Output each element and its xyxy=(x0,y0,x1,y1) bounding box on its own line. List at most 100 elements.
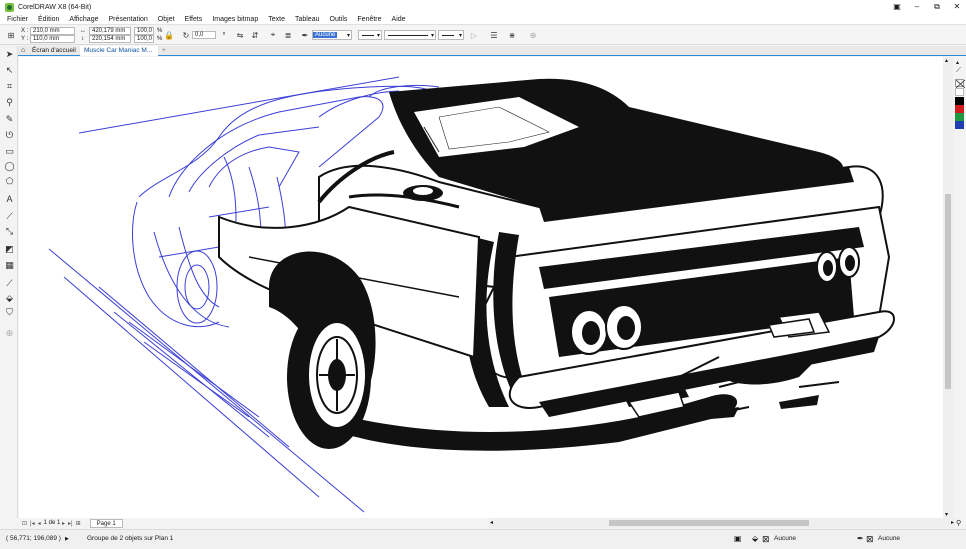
menu-objet[interactable]: Objet xyxy=(158,16,175,23)
scroll-up-icon[interactable]: ▴ xyxy=(945,57,948,64)
quick-customize-icon[interactable]: ▣ xyxy=(892,0,902,14)
minimize-button[interactable]: – xyxy=(912,0,922,14)
status-arrow-icon[interactable]: ▶ xyxy=(65,534,69,544)
menu-fenetre[interactable]: Fenêtre xyxy=(357,16,381,23)
reverse-direction-icon[interactable]: ▷ xyxy=(469,30,479,40)
arrow-line-preview xyxy=(442,35,454,36)
tab-welcome-screen[interactable]: Écran d'accueil xyxy=(28,46,82,56)
menu-presentation[interactable]: Présentation xyxy=(108,16,147,23)
menu-fichier[interactable]: Fichier xyxy=(7,16,28,23)
scroll-right-icon[interactable]: ▸ xyxy=(951,519,954,526)
artistic-media-icon[interactable]: ᘎ xyxy=(4,130,15,141)
menu-affichage[interactable]: Affichage xyxy=(69,16,98,23)
vertical-scrollbar[interactable]: ▴ ▾ xyxy=(943,57,953,518)
fill-none-icon[interactable]: ⊠ xyxy=(762,534,770,544)
menu-edition[interactable]: Édition xyxy=(38,16,59,23)
first-page-icon[interactable]: |◂ xyxy=(30,520,35,527)
color-proof-icon[interactable]: ▣ xyxy=(734,534,742,544)
coreldraw-window: CorelDRAW X8 (64-Bit) ▣ – ⧉ ✕ Fichier Éd… xyxy=(0,0,966,549)
toolbox: ➤ ↖ ⌗ ⚲ ✎ ᘎ ▭ ◯ ⬠ A ⟋ ⤡ ◩ ▦ ⟋ ⬙ ⛉ ⊕ xyxy=(0,46,18,518)
mirror-vertical-icon[interactable]: ⇵ xyxy=(250,30,260,40)
x-position-field[interactable]: 210,0 mm xyxy=(30,27,75,35)
eyedropper-icon[interactable]: ⟋ xyxy=(956,67,961,75)
line-style-select[interactable]: ▾ xyxy=(384,30,436,40)
previous-page-icon[interactable]: ◂ xyxy=(38,520,41,527)
freehand-tool-icon[interactable]: ✎ xyxy=(4,114,15,125)
horizontal-scrollbar[interactable]: ◂ ▸ xyxy=(489,518,955,528)
no-color-swatch[interactable] xyxy=(955,79,966,89)
horizontal-scroll-thumb[interactable] xyxy=(609,520,809,526)
smart-fill-icon[interactable]: ⛉ xyxy=(4,307,15,318)
height-field[interactable]: 220,154 mm xyxy=(89,35,131,43)
fill-bucket-icon: ⬙ xyxy=(752,534,759,543)
node-edit-icon[interactable]: ⌖ xyxy=(268,30,278,40)
menu-texte[interactable]: Texte xyxy=(268,16,285,23)
drawing-canvas[interactable] xyxy=(19,57,943,518)
convert-to-curves-icon[interactable]: ⋇ xyxy=(507,30,517,40)
rectangle-tool-icon[interactable]: ▭ xyxy=(4,146,15,157)
y-label: Y : xyxy=(21,36,29,42)
ellipse-tool-icon[interactable]: ◯ xyxy=(4,161,15,172)
menu-outils[interactable]: Outils xyxy=(330,16,348,23)
scroll-left-icon[interactable]: ◂ xyxy=(490,519,493,526)
mirror-horizontal-icon[interactable]: ⇋ xyxy=(235,30,245,40)
vertical-scroll-thumb[interactable] xyxy=(945,194,951,389)
width-field[interactable]: 420,179 mm xyxy=(89,27,131,35)
menu-effets[interactable]: Effets xyxy=(185,16,203,23)
next-page-icon[interactable]: ▸ xyxy=(62,520,65,527)
rotation-field[interactable]: 0,0 xyxy=(192,31,216,39)
tab-document[interactable]: Muscle Car Maniac M... xyxy=(80,46,158,56)
add-icon[interactable]: ⊕ xyxy=(528,30,538,40)
color-swatch-red[interactable] xyxy=(955,105,964,113)
add-page-icon[interactable]: ⊞ xyxy=(76,520,81,527)
color-swatch-green[interactable] xyxy=(955,113,964,121)
text-wrap-icon[interactable]: ≣ xyxy=(283,30,293,40)
lock-ratio-icon[interactable]: 🔒 xyxy=(164,30,174,40)
interactive-fill-icon[interactable]: ⬙ xyxy=(4,293,15,304)
transparency-icon[interactable]: ▦ xyxy=(4,260,15,271)
shape-tool-icon[interactable]: ↖ xyxy=(4,65,15,76)
menu-tableau[interactable]: Tableau xyxy=(295,16,320,23)
menu-images-bitmap[interactable]: Images bitmap xyxy=(212,16,258,23)
color-swatch-black[interactable] xyxy=(955,97,964,105)
color-swatch-white[interactable] xyxy=(955,88,964,96)
zoom-tool-icon[interactable]: ⚲ xyxy=(4,97,15,108)
end-arrow-select[interactable]: ▾ xyxy=(438,30,464,40)
close-button[interactable]: ✕ xyxy=(952,0,962,14)
y-position-field[interactable]: 110,0 mm xyxy=(30,35,75,43)
scale-y-field[interactable]: 100,0 xyxy=(134,35,154,43)
connector-tool-icon[interactable]: ⤡ xyxy=(4,226,15,237)
parallel-dimension-icon[interactable]: ⟋ xyxy=(4,211,15,222)
last-page-icon[interactable]: ▸| xyxy=(68,520,73,527)
drop-shadow-icon[interactable]: ◩ xyxy=(4,244,15,255)
restore-button[interactable]: ⧉ xyxy=(932,0,942,14)
cursor-coordinates: ( 56,771; 196,089 ) xyxy=(6,535,61,542)
add-tool-icon[interactable]: ⊕ xyxy=(4,328,15,339)
palette-up-icon[interactable]: ▴ xyxy=(956,59,959,66)
page-of-label: de xyxy=(48,520,56,526)
eyedropper-icon[interactable]: ⟋ xyxy=(4,278,15,289)
new-tab-button[interactable]: + xyxy=(158,46,168,56)
outline-width-select[interactable]: Aucune ▾ xyxy=(312,30,352,40)
scroll-down-icon[interactable]: ▾ xyxy=(945,511,948,518)
color-swatch-blue[interactable] xyxy=(955,121,964,129)
wrap-text-icon[interactable]: ☰ xyxy=(489,30,499,40)
line-style-preview xyxy=(388,35,428,36)
start-arrow-select[interactable]: ▾ xyxy=(358,30,382,40)
zoom-corner-icon[interactable]: ⚲ xyxy=(956,519,961,527)
crop-tool-icon[interactable]: ⌗ xyxy=(4,81,15,92)
scale-x-field[interactable]: 100,0 xyxy=(134,27,154,35)
page-tab-1[interactable]: Page 1 xyxy=(89,518,123,528)
object-origin-icon[interactable]: ⊞ xyxy=(6,30,16,40)
coreldraw-logo-icon xyxy=(5,2,14,12)
polygon-tool-icon[interactable]: ⬠ xyxy=(4,176,15,187)
text-tool-icon[interactable]: A xyxy=(4,193,15,204)
title-bar: CorelDRAW X8 (64-Bit) ▣ – ⧉ ✕ xyxy=(0,0,966,14)
rotation-icon: ↻ xyxy=(182,30,190,40)
menu-aide[interactable]: Aide xyxy=(392,16,406,23)
page-options-icon[interactable]: ⊡ xyxy=(22,520,27,527)
chevron-down-icon: ▾ xyxy=(376,33,380,39)
outline-none-icon[interactable]: ⊠ xyxy=(866,534,874,544)
chevron-down-icon: ▾ xyxy=(346,33,350,39)
pick-tool-icon[interactable]: ➤ xyxy=(4,49,15,60)
